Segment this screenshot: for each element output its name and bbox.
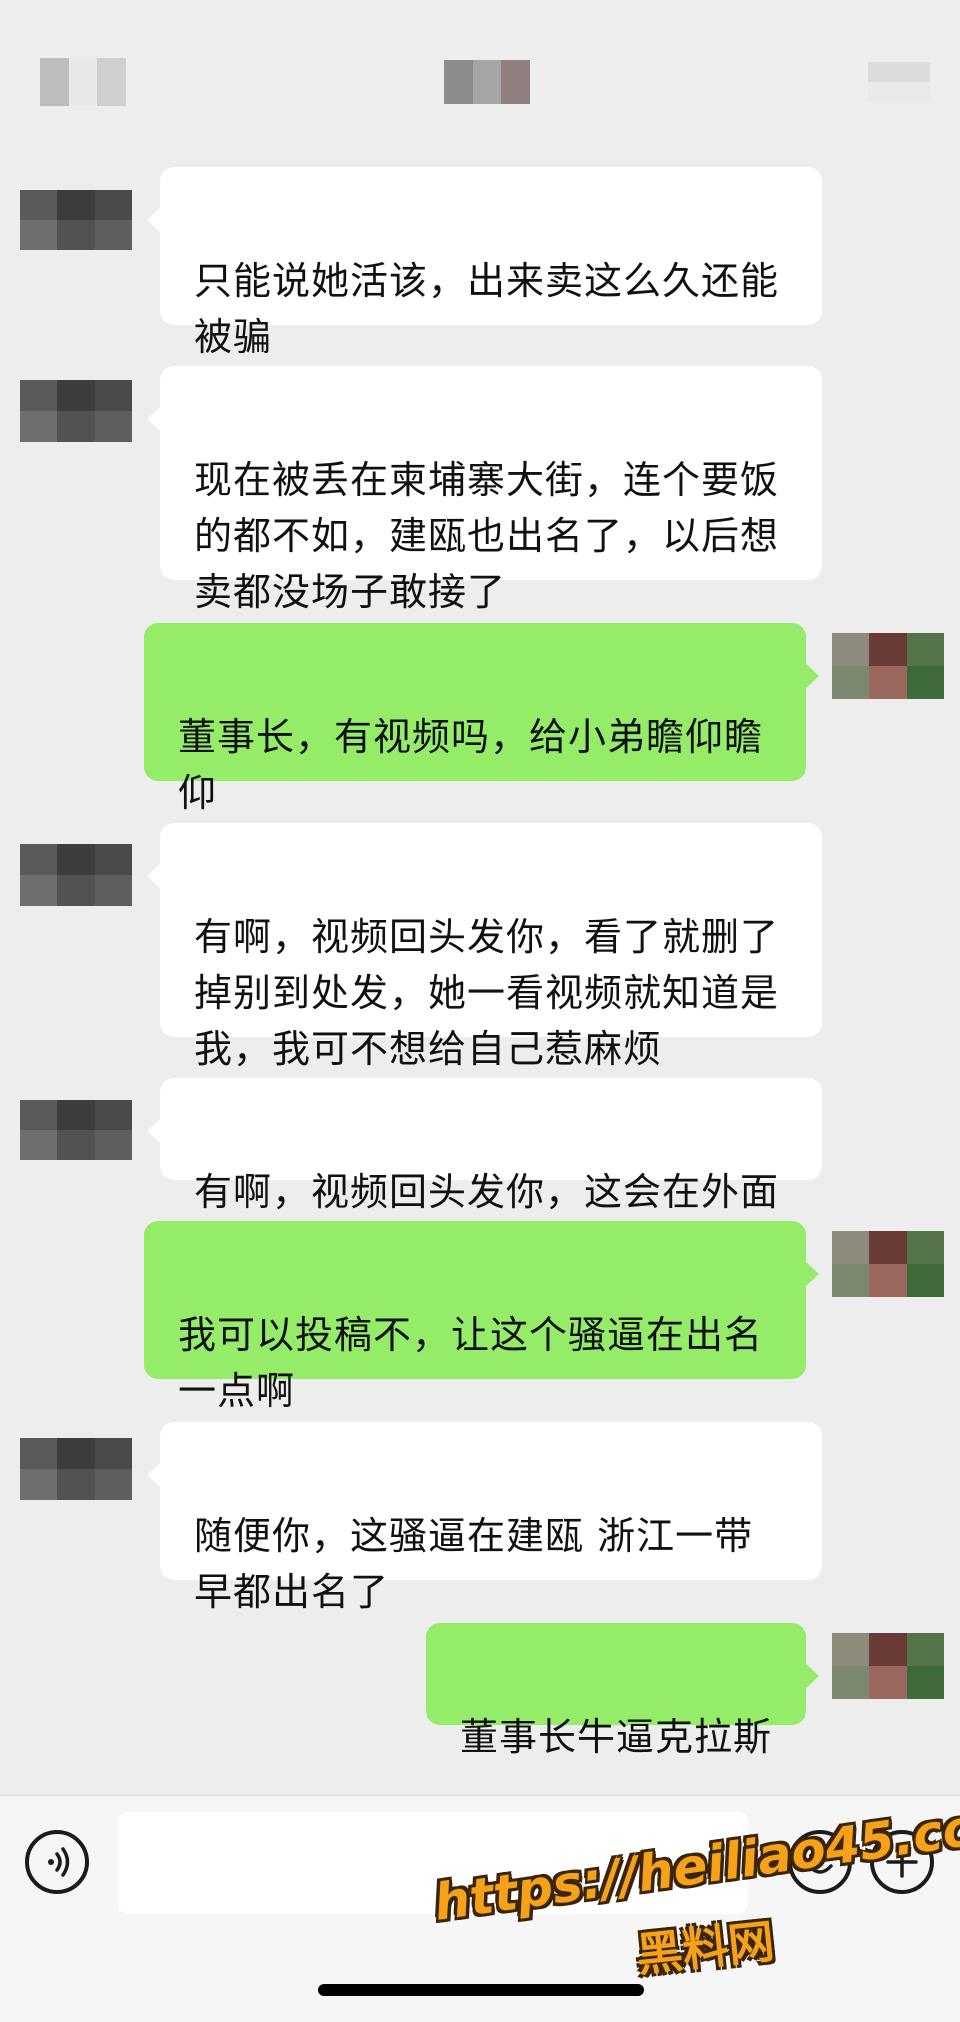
message-bubble-incoming[interactable]: 随便你，这骚逼在建瓯 浙江一带 早都出名了 xyxy=(147,1422,822,1614)
contact-avatar[interactable] xyxy=(20,1100,132,1160)
home-indicator[interactable] xyxy=(318,1984,644,1996)
chat-header xyxy=(0,0,960,150)
more-options-icon[interactable] xyxy=(868,62,930,102)
contact-avatar[interactable] xyxy=(20,380,132,442)
message-text: 随便你，这骚逼在建瓯 浙江一带 早都出名了 xyxy=(194,1514,754,1614)
user-avatar[interactable] xyxy=(832,633,944,699)
message-bubble-outgoing[interactable]: 董事长牛逼克拉斯 xyxy=(426,1623,819,1759)
message-text: 有啊，视频回头发你，看了就删了 掉别到处发，她一看视频就知道是 我，我可不想给自… xyxy=(194,915,780,1071)
message-bubble-incoming[interactable]: 只能说她活该，出来卖这么久还能 被骗 xyxy=(147,167,822,359)
back-icon[interactable] xyxy=(40,58,126,106)
message-bubble-incoming[interactable]: 有啊，视频回头发你，这会在外面 xyxy=(147,1078,822,1214)
contact-avatar[interactable] xyxy=(20,1438,132,1500)
chat-title xyxy=(444,60,530,104)
message-bubble-outgoing[interactable]: 我可以投稿不，让这个骚逼在出名 一点啊 xyxy=(144,1221,819,1413)
contact-avatar[interactable] xyxy=(20,844,132,906)
user-avatar[interactable] xyxy=(832,1231,944,1297)
message-bubble-incoming[interactable]: 现在被丢在柬埔寨大街，连个要饭 的都不如，建瓯也出名了，以后想 卖都没场子敢接了 xyxy=(147,366,822,614)
message-text: 董事长牛逼克拉斯 xyxy=(460,1715,773,1759)
voice-icon[interactable] xyxy=(25,1830,89,1894)
message-text: 董事长，有视频吗，给小弟瞻仰瞻 仰 xyxy=(178,715,764,815)
message-bubble-incoming[interactable]: 有啊，视频回头发你，看了就删了 掉别到处发，她一看视频就知道是 我，我可不想给自… xyxy=(147,823,822,1071)
message-bubble-outgoing[interactable]: 董事长，有视频吗，给小弟瞻仰瞻 仰 xyxy=(144,623,819,864)
message-text: 有啊，视频回头发你，这会在外面 xyxy=(194,1170,780,1214)
message-text: 只能说她活该，出来卖这么久还能 被骗 xyxy=(194,259,780,359)
contact-avatar[interactable] xyxy=(20,190,132,250)
message-text: 现在被丢在柬埔寨大街，连个要饭 的都不如，建瓯也出名了，以后想 卖都没场子敢接了 xyxy=(194,458,780,614)
user-avatar[interactable] xyxy=(832,1633,944,1699)
message-text: 我可以投稿不，让这个骚逼在出名 一点啊 xyxy=(178,1313,764,1413)
